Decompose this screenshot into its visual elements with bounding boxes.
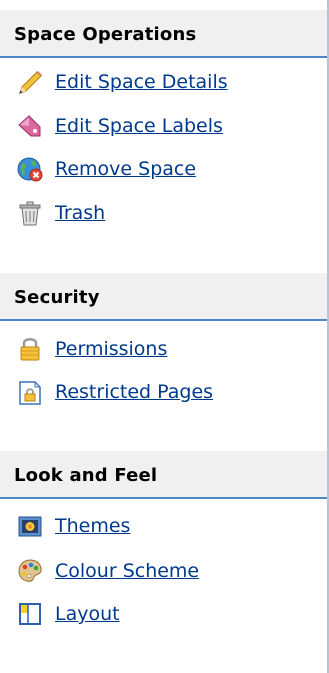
section-header-security: Security <box>0 273 327 321</box>
edit-space-labels-link[interactable]: Edit Space Labels <box>55 115 223 137</box>
label-tag-icon <box>16 112 44 140</box>
section-title: Look and Feel <box>14 465 158 486</box>
menu-item-edit-space-details[interactable]: Edit Space Details <box>16 67 228 97</box>
themes-link[interactable]: Themes <box>55 515 130 537</box>
padlock-icon <box>16 335 44 363</box>
trash-icon <box>16 199 44 227</box>
menu-item-themes[interactable]: Themes <box>16 511 130 541</box>
pencil-icon <box>16 68 44 96</box>
trash-link[interactable]: Trash <box>55 202 105 224</box>
remove-space-link[interactable]: Remove Space <box>55 158 196 180</box>
menu-item-trash[interactable]: Trash <box>16 198 105 228</box>
menu-item-permissions[interactable]: Permissions <box>16 334 167 364</box>
section-header-space-operations: Space Operations <box>0 10 327 58</box>
colour-scheme-link[interactable]: Colour Scheme <box>55 560 199 582</box>
menu-item-edit-space-labels[interactable]: Edit Space Labels <box>16 111 223 141</box>
remove-globe-icon <box>16 155 44 183</box>
section-title: Security <box>14 287 100 308</box>
restricted-pages-link[interactable]: Restricted Pages <box>55 381 213 403</box>
menu-item-colour-scheme[interactable]: Colour Scheme <box>16 556 199 586</box>
section-header-look-and-feel: Look and Feel <box>0 451 327 499</box>
restricted-page-icon <box>16 378 44 406</box>
menu-item-restricted-pages[interactable]: Restricted Pages <box>16 377 213 407</box>
themes-icon <box>16 512 44 540</box>
menu-item-remove-space[interactable]: Remove Space <box>16 154 196 184</box>
edit-space-details-link[interactable]: Edit Space Details <box>55 71 228 93</box>
layout-link[interactable]: Layout <box>55 603 120 625</box>
layout-icon <box>16 600 44 628</box>
section-title: Space Operations <box>14 24 197 45</box>
palette-icon <box>16 557 44 585</box>
menu-item-layout[interactable]: Layout <box>16 599 120 629</box>
permissions-link[interactable]: Permissions <box>55 338 167 360</box>
